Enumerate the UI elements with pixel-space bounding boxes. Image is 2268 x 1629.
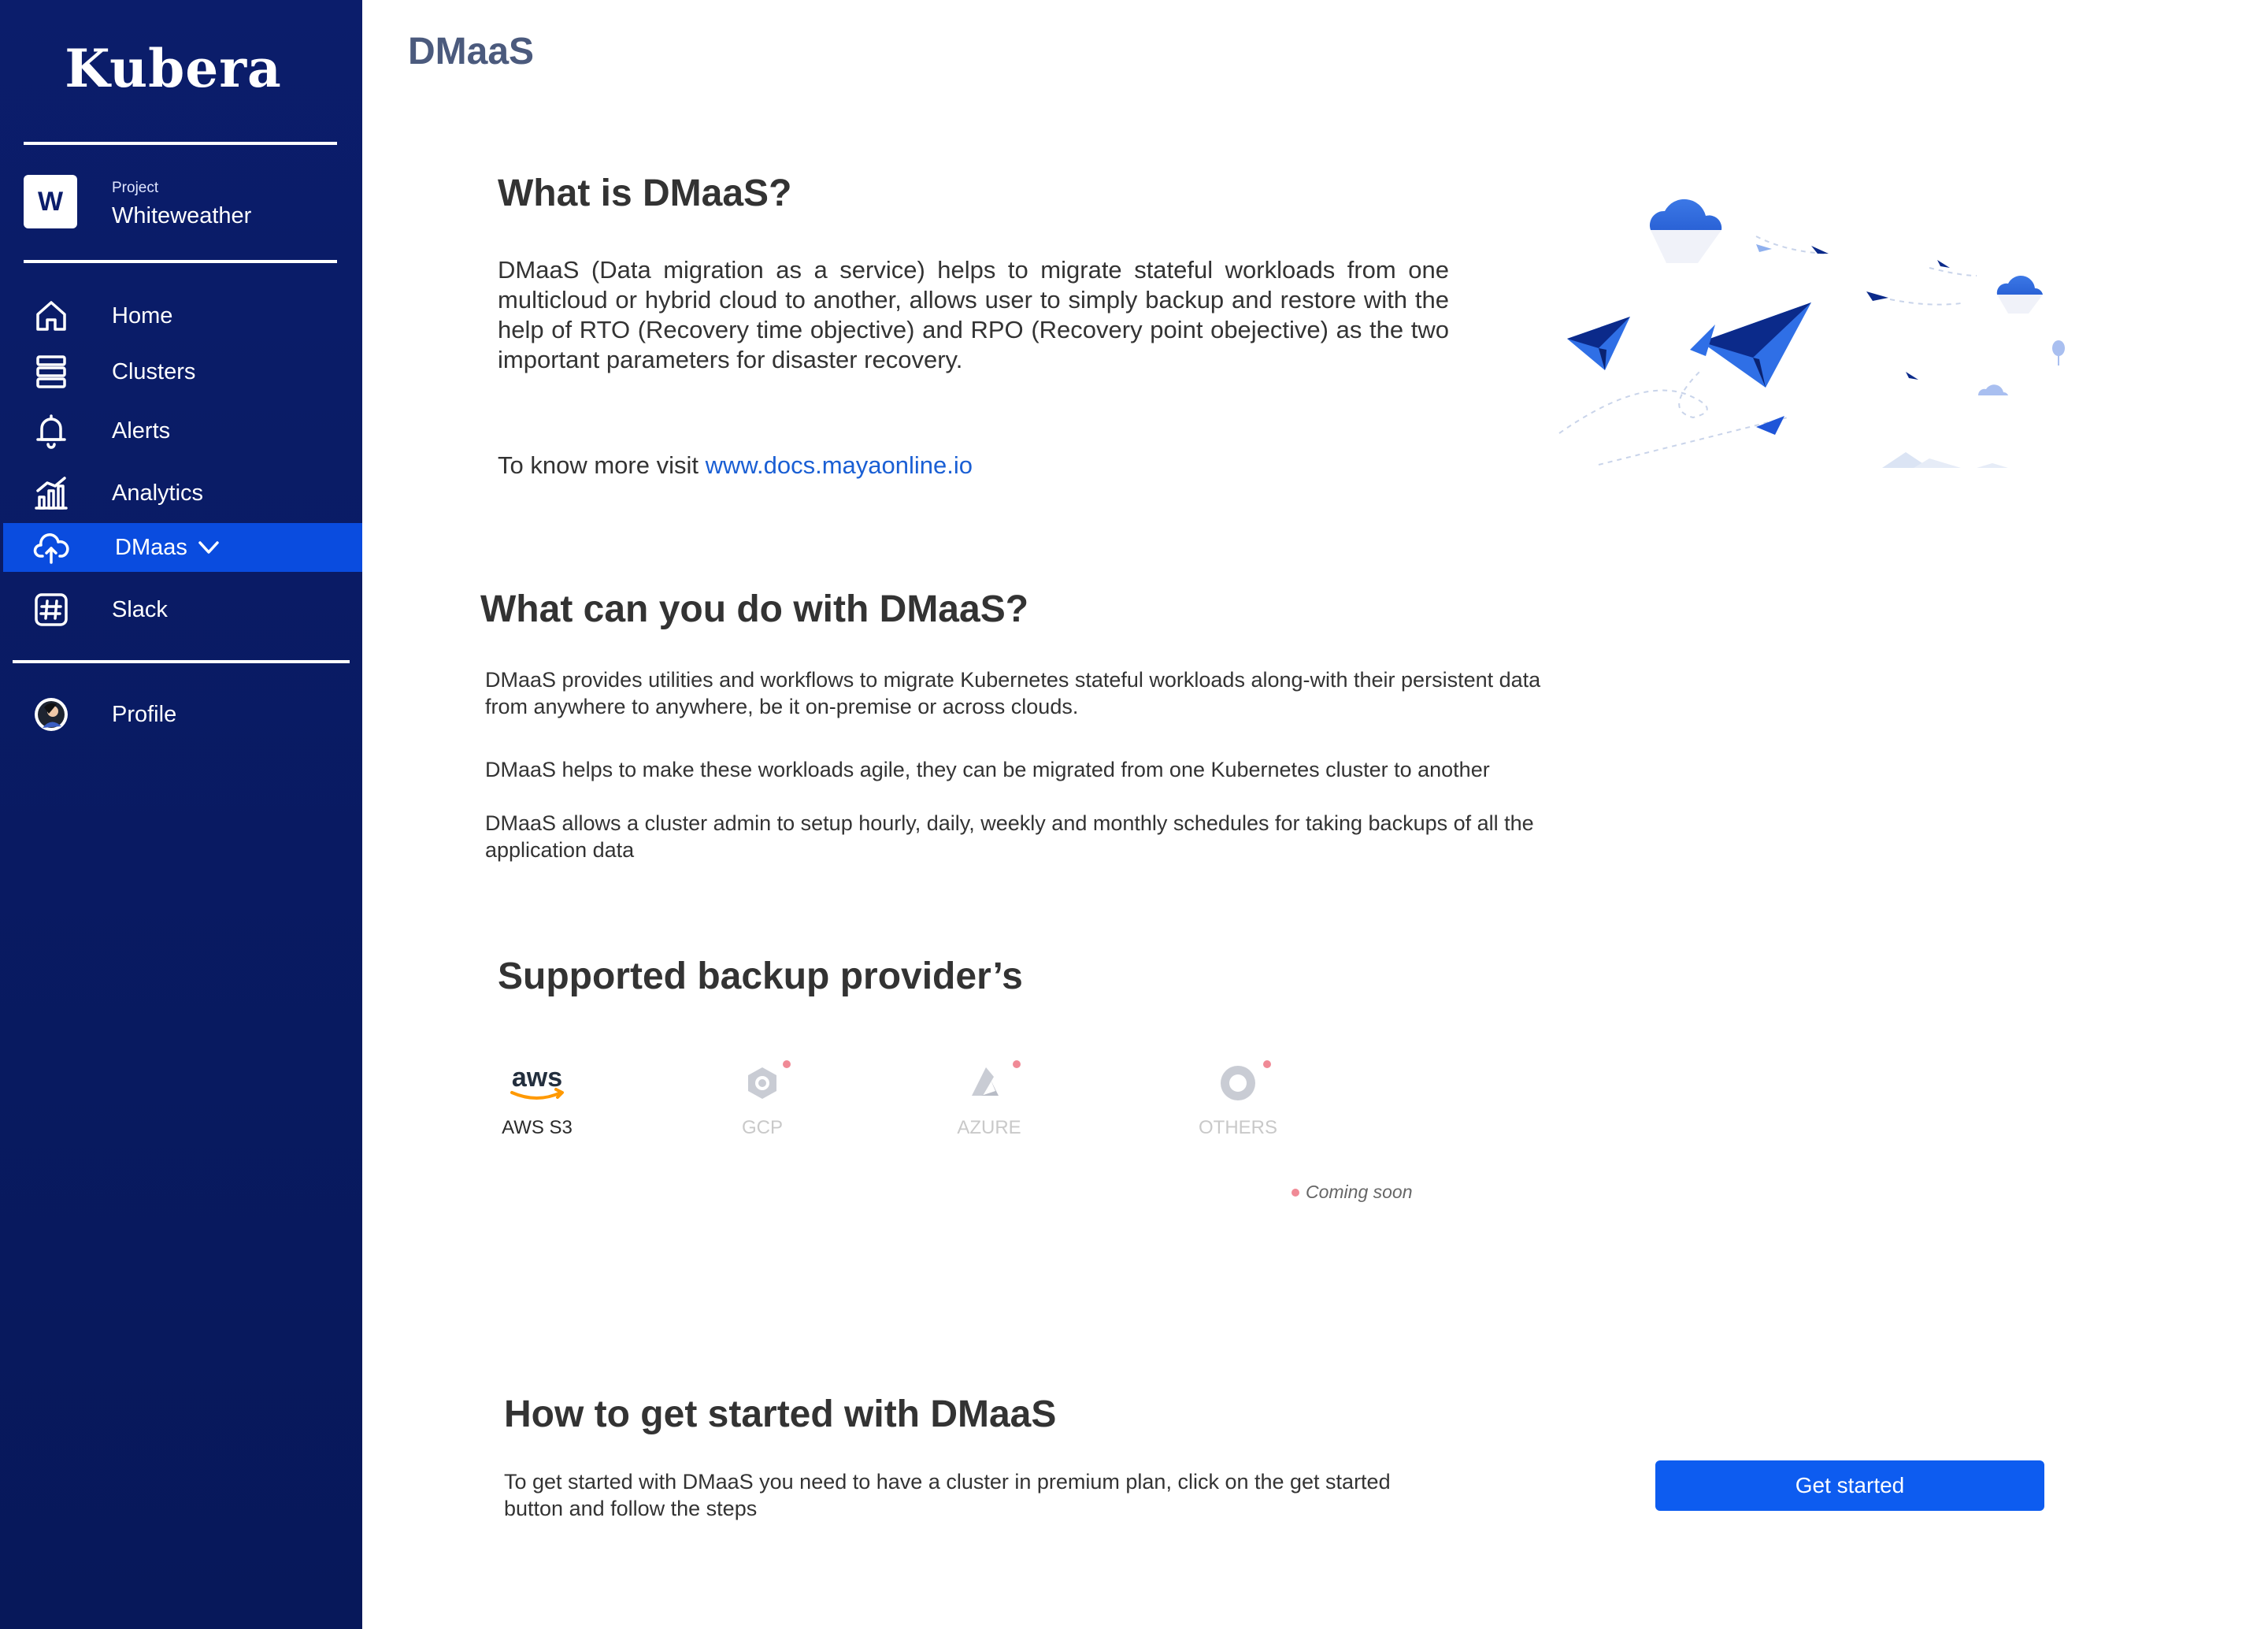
project-name: Whiteweather (112, 203, 252, 228)
paper-plane-icon (1756, 416, 1784, 435)
sidebar: Kubera W Project Whiteweather Home Clust… (0, 0, 362, 1629)
sidebar-item-alerts[interactable]: Alerts (0, 406, 362, 455)
paper-plane-icon (1690, 302, 1811, 388)
sidebar-item-label: Alerts (112, 417, 171, 443)
cloud-icon (1649, 199, 1722, 263)
what-is-description: DMaaS (Data migration as a service) help… (498, 256, 1449, 373)
feature-point: DMaaS helps to make these workloads agil… (485, 758, 1490, 781)
sidebar-item-slack[interactable]: Slack (0, 585, 362, 634)
bar-chart-icon (33, 475, 69, 511)
sidebar-item-label: DMaas (115, 534, 187, 560)
provider-label: AWS S3 (502, 1117, 573, 1138)
slack-icon (33, 592, 69, 628)
azure-icon (934, 1056, 1044, 1111)
user-avatar (33, 696, 69, 733)
others-icon (1183, 1056, 1293, 1111)
gcp-icon (707, 1056, 817, 1111)
sidebar-item-clusters[interactable]: Clusters (0, 347, 362, 396)
provider-label: OTHERS (1198, 1117, 1277, 1138)
sidebar-item-label: Home (112, 302, 173, 328)
sidebar-item-home[interactable]: Home (0, 291, 362, 340)
page-title: DMaaS (408, 31, 535, 72)
cloud-icon (1996, 276, 2043, 314)
feature-point: DMaaS allows a cluster admin to setup ho… (485, 811, 1534, 862)
feature-point: DMaaS provides utilities and workflows t… (485, 668, 1541, 718)
docs-link[interactable]: www.docs.mayaonline.io (706, 451, 973, 479)
home-icon (33, 298, 69, 334)
cloud-sync-icon (33, 529, 69, 566)
coming-soon-text: Coming soon (1306, 1182, 1413, 1202)
coming-soon-dot (1013, 1060, 1021, 1068)
bell-icon (33, 413, 69, 449)
section-heading-get-started: How to get started with DMaaS (504, 1393, 1057, 1435)
sidebar-item-dmaas[interactable]: DMaas (3, 523, 362, 572)
brand-logo[interactable]: Kubera (0, 38, 346, 99)
aws-logo: aws (482, 1056, 592, 1111)
sidebar-item-label: Slack (112, 596, 168, 622)
sidebar-item-label: Analytics (112, 480, 204, 506)
divider (13, 660, 350, 663)
coming-soon-legend: Coming soon (1292, 1182, 1413, 1203)
divider (24, 142, 337, 145)
coming-soon-dot (1292, 1189, 1299, 1197)
sidebar-item-label: Profile (112, 701, 177, 727)
section-heading-what-is: What is DMaaS? (498, 173, 792, 214)
section-heading-providers: Supported backup provider’s (498, 956, 1023, 997)
coming-soon-dot (1263, 1060, 1271, 1068)
coming-soon-dot (783, 1060, 791, 1068)
provider-label: AZURE (957, 1117, 1021, 1138)
paper-planes-illustration (1558, 199, 2065, 468)
sidebar-item-label: Clusters (112, 358, 196, 384)
aws-logo-text: aws (512, 1063, 562, 1093)
provider-aws[interactable]: aws AWS S3 (482, 1056, 592, 1139)
paper-plane-icon (1567, 317, 1630, 370)
divider (24, 260, 337, 263)
provider-azure: AZURE (934, 1056, 1044, 1139)
section-heading-what-can: What can you do with DMaaS? (480, 588, 1029, 630)
sidebar-item-profile[interactable]: Profile (0, 690, 362, 739)
chevron-down-icon[interactable] (197, 536, 220, 559)
learn-more-text: To know more visit www.docs.mayaonline.i… (498, 451, 1449, 481)
project-caption: Project (112, 180, 159, 196)
provider-gcp: GCP (707, 1056, 817, 1139)
server-stack-icon (33, 354, 69, 390)
get-started-button[interactable]: Get started (1655, 1460, 2044, 1511)
provider-others: OTHERS (1183, 1056, 1293, 1139)
project-avatar: W (24, 175, 77, 228)
get-started-description: To get started with DMaaS you need to ha… (504, 1470, 1391, 1520)
provider-label: GCP (741, 1117, 783, 1138)
sidebar-item-analytics[interactable]: Analytics (0, 469, 362, 518)
learn-more-prefix: To know more visit (498, 451, 706, 479)
